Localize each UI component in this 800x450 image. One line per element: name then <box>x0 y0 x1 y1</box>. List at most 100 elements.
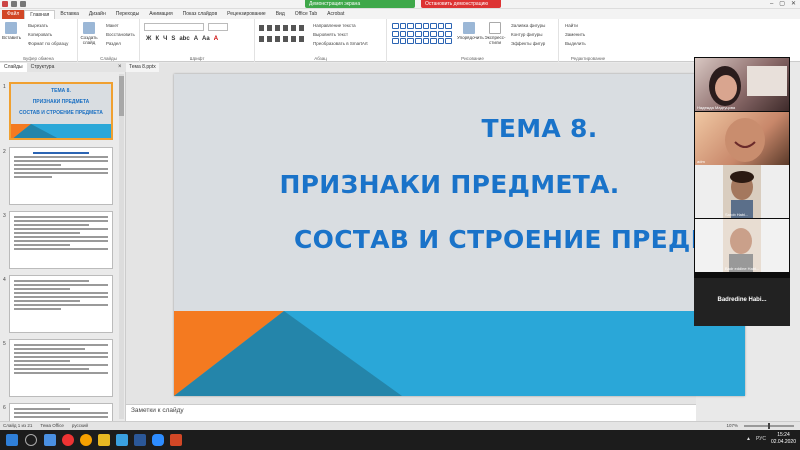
tab-animation[interactable]: Анимация <box>144 10 177 19</box>
tab-review[interactable]: Рецензирование <box>222 10 271 19</box>
task-view-icon[interactable] <box>44 434 56 446</box>
undo-icon[interactable] <box>20 1 26 7</box>
ribbon-tabs: Файл Главная Вставка Дизайн Переходы Ани… <box>0 9 800 19</box>
screen-share-status[interactable]: Демонстрация экрана <box>305 0 415 8</box>
ribbon: Вставить Вырезать Копировать Формат по о… <box>0 19 800 62</box>
shapes-gallery[interactable] <box>392 23 452 45</box>
tab-slides[interactable]: Слайды <box>0 63 27 72</box>
select-button[interactable]: Выделить <box>565 41 586 46</box>
font-color-button[interactable]: A <box>214 36 218 42</box>
slides-panel: 1 ТЕМА 8. ПРИЗНАКИ ПРЕДМЕТА СОСТАВ И СТР… <box>0 72 126 422</box>
notes-pane[interactable]: Заметки к слайду <box>126 404 696 421</box>
panel-tabs: Слайды Структура <box>0 63 126 72</box>
list-buttons[interactable] <box>259 25 307 31</box>
text-direction-button[interactable]: Направление текста <box>313 23 356 28</box>
tab-insert[interactable]: Вставка <box>55 10 84 19</box>
arrange-button[interactable]: Упорядочить <box>457 22 484 40</box>
language-switch[interactable]: РУС <box>756 436 766 442</box>
strike-button[interactable]: S <box>171 36 175 42</box>
participant-video-3[interactable]: Sarob Habi... <box>695 165 789 218</box>
scroll-thumb[interactable] <box>119 76 124 116</box>
copy-button[interactable]: Копировать <box>28 32 52 37</box>
reset-button[interactable]: Восстановить <box>106 32 135 37</box>
tab-file[interactable]: Файл <box>2 10 25 19</box>
powerpoint-icon[interactable] <box>170 434 182 446</box>
participant-name: Sarob Habi... <box>725 212 749 217</box>
minimize-button[interactable]: – <box>770 0 773 8</box>
case-button[interactable]: Aa <box>202 36 210 42</box>
participant-video-2[interactable]: adm <box>695 112 789 165</box>
slide-title-line3[interactable]: СОСТАВ И СТРОЕНИЕ ПРЕДМЕТА <box>294 225 745 254</box>
maximize-button[interactable]: ▢ <box>779 0 785 8</box>
document-tab[interactable]: Тема 8.pptx <box>126 63 159 72</box>
format-painter-button[interactable]: Формат по образцу <box>28 41 68 46</box>
slide-thumbnail-1[interactable]: ТЕМА 8. ПРИЗНАКИ ПРЕДМЕТА СОСТАВ И СТРОЕ… <box>9 82 113 140</box>
tab-design[interactable]: Дизайн <box>84 10 111 19</box>
slide-title-line2[interactable]: ПРИЗНАКИ ПРЕДМЕТА. <box>174 170 745 199</box>
editing-group: Найти Заменить Выделить Редактирование <box>559 19 617 62</box>
font-size-select[interactable] <box>208 23 228 31</box>
zoom-level[interactable]: 107% <box>726 423 738 428</box>
save-icon[interactable] <box>11 1 17 7</box>
paste-button[interactable]: Вставить <box>2 22 21 40</box>
store-icon[interactable] <box>116 434 128 446</box>
smartart-button[interactable]: Преобразовать в SmartArt <box>313 41 368 46</box>
slide-thumbnail-6[interactable] <box>9 403 113 422</box>
font-size-up-button[interactable]: A <box>194 36 198 42</box>
tab-transitions[interactable]: Переходы <box>111 10 144 19</box>
network-icon[interactable]: ▲ <box>746 436 751 442</box>
new-slide-button[interactable]: Создать слайд <box>80 22 98 45</box>
video-panel: Надежда Мадгуцова adm Sarob Habi... Badr… <box>694 57 790 326</box>
font-name-select[interactable] <box>144 23 204 31</box>
slide-thumbnail-4[interactable] <box>9 275 113 333</box>
search-icon[interactable] <box>25 434 37 446</box>
find-button[interactable]: Найти <box>565 23 578 28</box>
tab-acrobat[interactable]: Acrobat <box>322 10 349 19</box>
slide-thumbnail-5[interactable] <box>9 339 113 397</box>
close-panel-button[interactable]: × <box>118 63 122 72</box>
stop-share-button[interactable]: Остановить демонстрацию <box>421 0 501 8</box>
slide-title-line1[interactable]: ТЕМА 8. <box>334 114 745 143</box>
thumb-number: 2 <box>3 149 6 155</box>
powerpoint-icon <box>2 1 8 7</box>
window-controls: – ▢ ✕ <box>770 0 796 8</box>
underline-button[interactable]: Ч <box>163 36 167 42</box>
zoom-handle[interactable] <box>768 422 770 429</box>
zoom-icon[interactable] <box>152 434 164 446</box>
current-slide[interactable]: ТЕМА 8. ПРИЗНАКИ ПРЕДМЕТА. СОСТАВ И СТРО… <box>174 74 745 396</box>
shadow-button[interactable]: abc <box>179 36 189 42</box>
tab-outline[interactable]: Структура <box>27 63 59 72</box>
shape-effects-button[interactable]: Эффекты фигур <box>511 41 545 46</box>
tab-view[interactable]: Вид <box>271 10 290 19</box>
align-text-button[interactable]: Выровнять текст <box>313 32 348 37</box>
zoom-slider[interactable] <box>744 422 794 429</box>
bold-button[interactable]: Ж <box>146 36 151 42</box>
taskbar: ▲ РУС 15:24 02.04.2020 <box>0 430 800 450</box>
section-button[interactable]: Раздел <box>106 41 121 46</box>
explorer-icon[interactable] <box>98 434 110 446</box>
active-speaker-tile[interactable]: Badredine Habi... <box>694 278 790 326</box>
tab-slideshow[interactable]: Показ слайдов <box>178 10 222 19</box>
language-indicator[interactable]: русский <box>72 423 88 428</box>
quick-styles-button[interactable]: Экспресс-стили <box>483 22 507 45</box>
tab-office-tab[interactable]: Office Tab <box>290 10 322 19</box>
slide-thumbnail-3[interactable] <box>9 211 113 269</box>
firefox-icon[interactable] <box>80 434 92 446</box>
align-buttons[interactable] <box>259 36 307 42</box>
replace-button[interactable]: Заменить <box>565 32 585 37</box>
italic-button[interactable]: К <box>155 36 159 42</box>
slide-thumbnail-2[interactable] <box>9 147 113 205</box>
panel-scrollbar[interactable] <box>119 74 124 419</box>
word-icon[interactable] <box>134 434 146 446</box>
cut-button[interactable]: Вырезать <box>28 23 48 28</box>
tab-home[interactable]: Главная <box>24 10 56 19</box>
shape-fill-button[interactable]: Заливка фигуры <box>511 23 545 28</box>
participant-video-4[interactable]: Badr eddine Habi... <box>695 219 789 272</box>
shape-outline-button[interactable]: Контур фигуры <box>511 32 542 37</box>
close-button[interactable]: ✕ <box>791 0 796 8</box>
windows-start-icon[interactable] <box>6 434 18 446</box>
layout-button[interactable]: Макет <box>106 23 119 28</box>
opera-icon[interactable] <box>62 434 74 446</box>
clock[interactable]: 15:24 02.04.2020 <box>771 432 796 446</box>
participant-video-1[interactable]: Надежда Мадгуцова <box>695 58 789 111</box>
